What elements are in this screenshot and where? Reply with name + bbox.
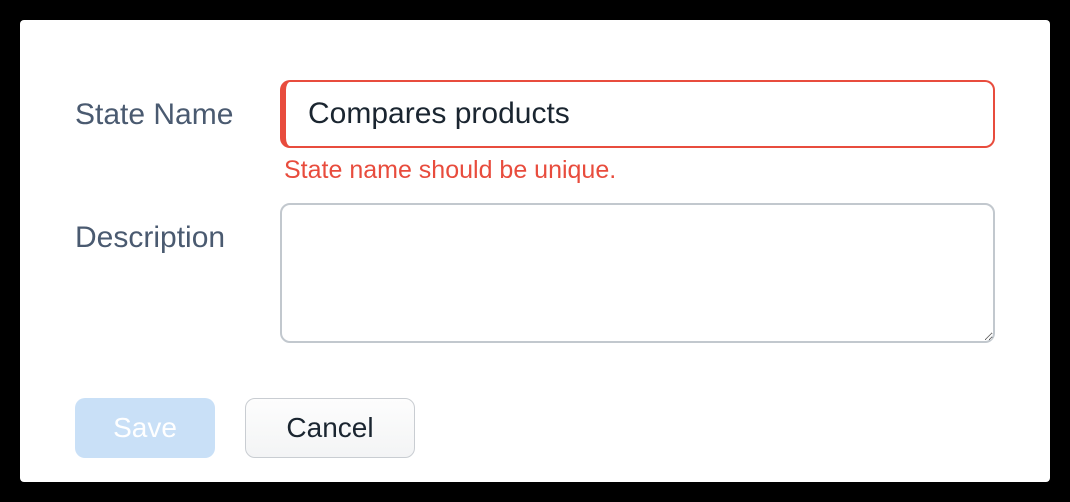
state-name-row: State Name State name should be unique. bbox=[75, 80, 995, 185]
state-name-input[interactable] bbox=[280, 80, 995, 148]
cancel-button[interactable]: Cancel bbox=[245, 398, 415, 458]
state-name-field-col: State name should be unique. bbox=[280, 80, 995, 185]
description-row: Description bbox=[75, 203, 995, 348]
description-field-col bbox=[280, 203, 995, 348]
state-name-label: State Name bbox=[75, 80, 280, 132]
form-panel: State Name State name should be unique. … bbox=[20, 20, 1050, 482]
description-label: Description bbox=[75, 203, 280, 255]
buttons-row: Save Cancel bbox=[75, 398, 995, 458]
state-name-error: State name should be unique. bbox=[284, 156, 995, 185]
description-textarea[interactable] bbox=[280, 203, 995, 343]
save-button[interactable]: Save bbox=[75, 398, 215, 458]
